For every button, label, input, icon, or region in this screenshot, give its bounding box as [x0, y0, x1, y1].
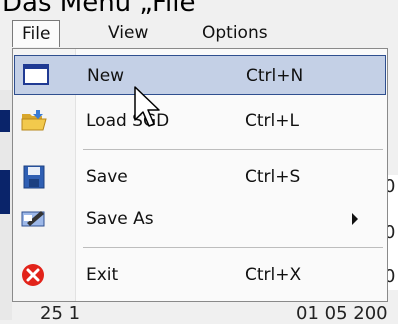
- menu-item-load-sgd[interactable]: Load SGD Ctrl+L: [13, 101, 387, 141]
- page-caption: Das Menü „File": [2, 0, 208, 18]
- exit-icon: [22, 264, 44, 286]
- menu-item-label: Save As: [86, 209, 154, 229]
- menu-item-shortcut: Ctrl+L: [245, 111, 299, 131]
- background-table-row: 25 1 01 05 200: [40, 303, 398, 324]
- open-folder-icon: [21, 110, 47, 131]
- menu-item-save-as[interactable]: Save As: [13, 199, 387, 239]
- menu-file[interactable]: File: [12, 20, 61, 47]
- menu-item-new[interactable]: New Ctrl+N: [14, 55, 386, 95]
- floppy-disk-icon: [23, 165, 45, 189]
- menu-item-label: Exit: [86, 265, 119, 285]
- menu-separator: [83, 149, 383, 150]
- menu-item-exit[interactable]: Exit Ctrl+X: [13, 255, 387, 295]
- menu-bar: File View Options: [12, 18, 388, 48]
- menu-separator: [83, 247, 383, 248]
- background-selected-row: [0, 110, 10, 132]
- save-as-icon: [21, 211, 45, 227]
- background-selected-row: [0, 170, 10, 214]
- menu-item-label: New: [87, 66, 125, 86]
- new-document-icon: [23, 64, 49, 85]
- menu-item-shortcut: Ctrl+N: [246, 66, 304, 86]
- background-cell-text: 25 1: [40, 303, 81, 324]
- mouse-cursor-icon: [134, 86, 160, 127]
- background-cell-text: 01 05 200: [296, 303, 388, 324]
- menu-item-shortcut: Ctrl+X: [245, 265, 302, 285]
- file-menu-dropdown: New Ctrl+N Load SGD Ctrl+L Save Ctrl+S S…: [12, 48, 388, 302]
- menu-item-label: Save: [86, 167, 128, 187]
- menu-item-save[interactable]: Save Ctrl+S: [13, 157, 387, 197]
- menu-options[interactable]: Options: [202, 20, 268, 46]
- menu-view[interactable]: View: [108, 20, 148, 46]
- menu-item-shortcut: Ctrl+S: [245, 167, 301, 187]
- submenu-arrow-icon: [352, 213, 358, 225]
